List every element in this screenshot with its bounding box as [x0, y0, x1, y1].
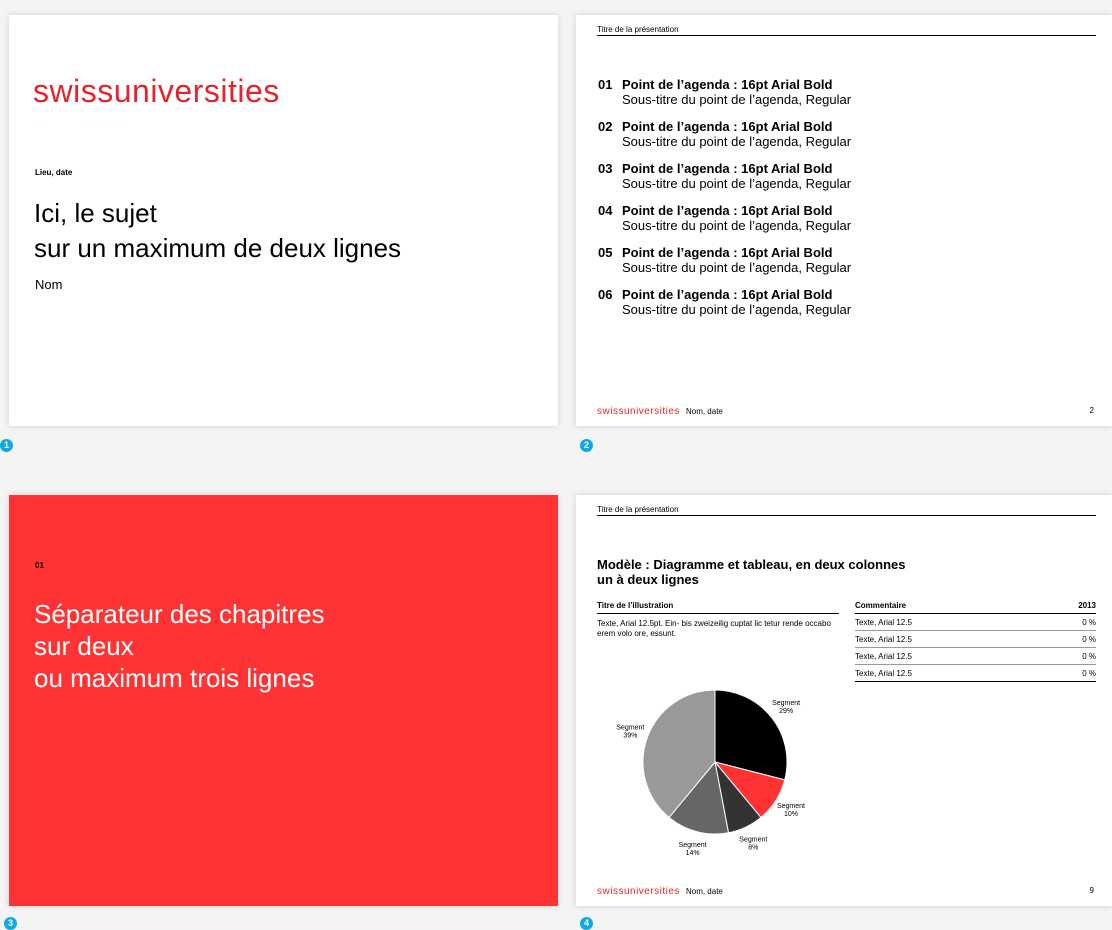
chapter-number: 01 — [35, 561, 44, 570]
agenda-subtitle: Sous-titre du point de l’agenda, Regular — [622, 92, 852, 107]
slide-title-text: Ici, le sujet sur un maximum de deux lig… — [34, 196, 401, 266]
page-number: 2 — [1089, 406, 1094, 415]
table-cell: 0 % — [1038, 613, 1096, 631]
table-row: Texte, Arial 12.5 0 % — [855, 630, 1096, 648]
table-row: Texte, Arial 12.5 0 % — [855, 613, 1096, 631]
place-date: Lieu, date — [35, 168, 73, 177]
agenda-number: 05 — [598, 245, 613, 260]
table-cell: Texte, Arial 12.5 — [855, 647, 1039, 665]
slide-footer: swissuniversities Nom, date — [597, 406, 723, 417]
slide-footer: swissuniversities Nom, date — [597, 886, 723, 897]
slide-agenda[interactable]: Titre de la présentation 01 Point de l’ag… — [576, 15, 1112, 426]
slide-number-badge-2: 2 — [580, 439, 593, 452]
col-year-header: 2013 — [1038, 601, 1096, 614]
table-row: Texte, Arial 12.5 0 % — [855, 647, 1096, 665]
title-line-2: sur un maximum de deux lignes — [34, 233, 402, 263]
pie-chart: Segment 29% Segment 10% Segment 8% Segment 14% S… — [616, 689, 805, 855]
page-number: 9 — [1089, 886, 1094, 895]
agenda-item: 04 Point de l’agenda : 16pt Arial Bold So… — [598, 203, 1088, 233]
brand-logo: swissuniversities — [33, 73, 280, 109]
data-table: Commentaire 2013 Texte, Arial 12.5 0 % T… — [855, 601, 1096, 682]
agenda-number: 04 — [598, 203, 613, 218]
slide-chapter-separator[interactable]: 01 Séparateur des chapitres sur deux ou … — [9, 495, 558, 906]
pie-label: Segment 29% — [772, 700, 800, 715]
pie-label: Segment 10% — [777, 803, 805, 818]
slide-number-badge-3: 3 — [4, 917, 17, 930]
title-line-1: Ici, le sujet — [34, 198, 157, 228]
table-cell: 0 % — [1038, 647, 1096, 665]
agenda-title: Point de l’agenda : 16pt Arial Bold — [622, 287, 833, 302]
agenda-item: 03 Point de l’agenda : 16pt Arial Bold So… — [598, 161, 1088, 191]
illustration-column: Titre de l’illustration Texte, Arial 12.… — [597, 601, 839, 639]
chapter-title: Séparateur des chapitres sur deux ou max… — [34, 599, 325, 693]
agenda-title: Point de l’agenda : 16pt Arial Bold — [622, 161, 833, 176]
table-cell: Texte, Arial 12.5 — [855, 664, 1039, 682]
agenda-number: 02 — [598, 119, 613, 134]
table-cell: 0 % — [1038, 664, 1096, 682]
agenda-item: 06 Point de l’agenda : 16pt Arial Bold So… — [598, 287, 1088, 317]
table-header-row: Commentaire 2013 — [855, 601, 1096, 614]
slide-number-badge-4: 4 — [580, 917, 593, 930]
agenda-subtitle: Sous-titre du point de l’agenda, Regular — [622, 218, 852, 233]
presentation-header: Titre de la présentation — [597, 25, 679, 34]
footer-logo: swissuniversities — [597, 886, 680, 897]
slide-title[interactable]: swissuniversities Lieu, date Ici, le suj… — [9, 15, 558, 426]
agenda-title: Point de l’agenda : 16pt Arial Bold — [622, 119, 833, 134]
illustration-title: Titre de l’illustration — [597, 601, 839, 614]
illustration-text: Texte, Arial 12.5pt. Ein- bis zweizeilig… — [597, 619, 831, 638]
agenda-title: Point de l’agenda : 16pt Arial Bold — [622, 77, 833, 92]
agenda-number: 06 — [598, 287, 613, 302]
agenda-subtitle: Sous-titre du point de l’agenda, Regular — [622, 134, 852, 149]
agenda-title: Point de l’agenda : 16pt Arial Bold — [622, 203, 833, 218]
agenda-number: 03 — [598, 161, 613, 176]
agenda-subtitle: Sous-titre du point de l’agenda, Regular — [622, 302, 852, 317]
author-name: Nom — [35, 277, 63, 292]
pie-label: Segment 8% — [739, 836, 767, 851]
col-comment-header: Commentaire — [855, 601, 1039, 614]
agenda-number: 01 — [598, 77, 613, 92]
table-cell: 0 % — [1038, 630, 1096, 648]
agenda-item: 01 Point de l’agenda : 16pt Arial Bold So… — [598, 77, 1088, 107]
table-cell: Texte, Arial 12.5 — [855, 613, 1039, 631]
slide-heading: Modèle : Diagramme et tableau, en deux c… — [597, 557, 906, 587]
header-rule — [597, 35, 1096, 36]
pie-label: Segment 39% — [616, 725, 644, 740]
agenda-title: Point de l’agenda : 16pt Arial Bold — [622, 245, 833, 260]
pie-label: Segment 14% — [679, 842, 707, 855]
table-row: Texte, Arial 12.5 0 % — [855, 664, 1096, 682]
agenda-list: 01 Point de l’agenda : 16pt Arial Bold So… — [598, 77, 1088, 329]
agenda-subtitle: Sous-titre du point de l’agenda, Regular — [622, 260, 852, 275]
agenda-item: 05 Point de l’agenda : 16pt Arial Bold So… — [598, 245, 1088, 275]
agenda-subtitle: Sous-titre du point de l’agenda, Regular — [622, 176, 852, 191]
slide-chart-table[interactable]: Titre de la présentation Modèle : Diagra… — [576, 495, 1112, 906]
slide-number-badge-1: 1 — [0, 439, 13, 452]
footer-text: Nom, date — [685, 887, 723, 896]
header-rule — [597, 515, 1096, 516]
footer-text: Nom, date — [685, 407, 723, 416]
footer-logo: swissuniversities — [597, 406, 680, 417]
agenda-item: 02 Point de l’agenda : 16pt Arial Bold So… — [598, 119, 1088, 149]
table-cell: Texte, Arial 12.5 — [855, 630, 1039, 648]
presentation-header: Titre de la présentation — [597, 505, 679, 514]
